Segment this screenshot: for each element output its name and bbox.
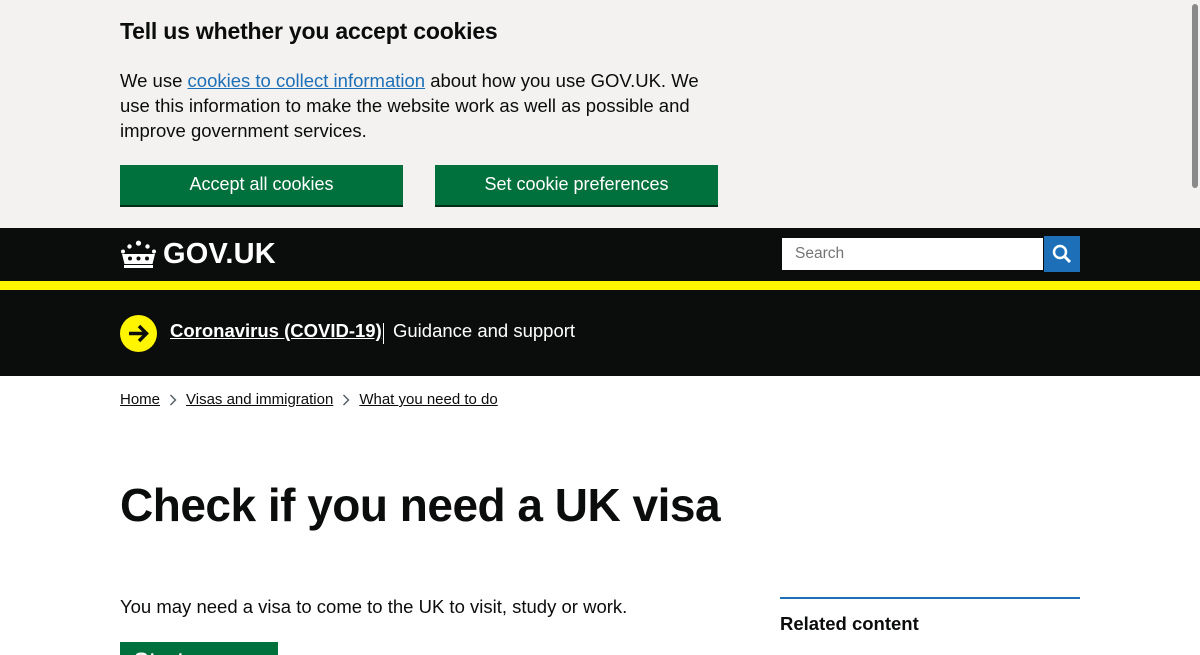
related-content-rule [780,597,1080,599]
search-button[interactable] [1044,236,1080,272]
search-icon [1052,244,1072,264]
cookie-banner-text: We use cookies to collect information ab… [120,68,730,143]
page-title: Check if you need a UK visa [120,479,721,531]
breadcrumb-visas[interactable]: Visas and immigration [186,391,333,408]
logo-text: GOV.UK [163,237,276,270]
covid-divider [383,323,384,344]
cookie-banner: Tell us whether you accept cookies We us… [0,0,1200,228]
accept-cookies-button[interactable]: Accept all cookies [120,165,403,205]
search-input[interactable] [780,236,1045,272]
lead-paragraph: You may need a visa to come to the UK to… [120,596,628,617]
covid-subtitle: Guidance and support [393,320,576,341]
start-now-button[interactable]: Start now [120,642,278,655]
chevron-right-icon [333,392,359,408]
breadcrumb: Home Visas and immigration What you need… [120,391,498,408]
chevron-right-icon [160,392,186,408]
arrow-right-circle-icon [120,315,157,352]
crown-icon [121,240,156,268]
breadcrumb-what-you-need[interactable]: What you need to do [359,391,497,408]
header-yellow-stripe [0,281,1200,290]
scrollbar-thumb[interactable] [1192,4,1198,188]
cookie-preferences-button[interactable]: Set cookie preferences [435,165,718,205]
breadcrumb-home[interactable]: Home [120,391,160,408]
cookie-text-before: We use [120,70,188,91]
related-content-title: Related content [780,613,919,634]
cookies-info-link[interactable]: cookies to collect information [188,70,426,91]
covid-link[interactable]: Coronavirus (COVID-19) [170,320,382,342]
govuk-logo-link[interactable]: GOV.UK [120,238,276,270]
cookie-banner-title: Tell us whether you accept cookies [120,18,498,44]
